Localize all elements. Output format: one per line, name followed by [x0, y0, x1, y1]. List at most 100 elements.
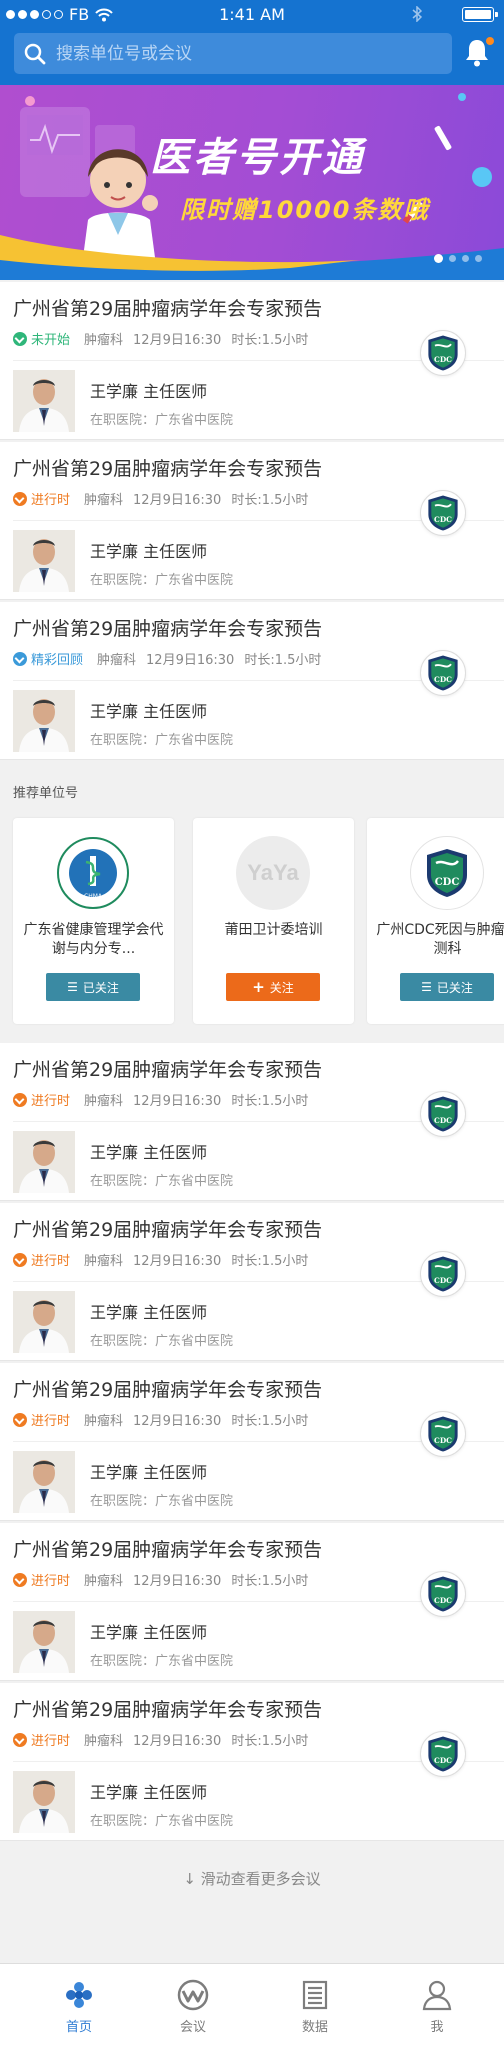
department-label: 肿瘤科 — [84, 1414, 124, 1429]
unit-card-chma[interactable]: CHMA 广东省健康管理学会代谢与内分专... ☰ 已关注 — [13, 818, 174, 1024]
followed-button[interactable]: ☰ 已关注 — [46, 973, 140, 1001]
doctor-avatar — [13, 690, 75, 752]
conference-duration: 时长:1.5小时 — [231, 1414, 309, 1429]
doctor-name: 王学廉 主任医师 — [90, 1783, 208, 1802]
conference-title: 广州省第29届肿瘤病学年会专家预告 — [13, 1539, 323, 1561]
list-icon: ☰ — [67, 980, 78, 994]
logo-text: CDC — [434, 1276, 452, 1285]
cdc-logo[interactable]: CDC — [420, 1251, 466, 1297]
conference-duration: 时长:1.5小时 — [244, 653, 322, 668]
doctor-hospital: 在职医院：广东省中医院 — [90, 1334, 234, 1349]
conference-title: 广州省第29届肿瘤病学年会专家预告 — [13, 1059, 323, 1081]
unit-card-putian[interactable]: YaYa 莆田卫计委培训 + 关注 — [193, 818, 354, 1024]
conference-duration: 时长:1.5小时 — [231, 333, 309, 348]
conference-time: 12月9日16:30 — [133, 493, 222, 508]
doctor-avatar — [13, 1451, 75, 1513]
conference-time: 12月9日16:30 — [146, 653, 235, 668]
live-status-icon — [13, 1252, 27, 1267]
plus-icon: + — [252, 978, 265, 996]
search-icon — [24, 43, 46, 64]
recommended-section: 推荐单位号 CHMA 广东省健康管理学会代谢与内分专... ☰ 已关注 YaYa… — [0, 763, 504, 1041]
upcoming-status-icon — [13, 331, 27, 346]
conference-title: 广州省第29届肿瘤病学年会专家预告 — [13, 298, 323, 320]
load-more-hint[interactable]: ↓ 滑动查看更多会议 — [0, 1843, 504, 1915]
conference-card[interactable]: 广州省第29届肿瘤病学年会专家预告 进行时 肿瘤科 12月9日16:30 时长:1.5小… — [0, 1683, 504, 1841]
doctor-hospital: 在职医院：广东省中医院 — [90, 573, 234, 588]
logo-text: CDC — [434, 355, 452, 364]
unit-logo: CHMA — [56, 836, 130, 910]
doctor-hospital: 在职医院：广东省中医院 — [90, 733, 234, 748]
conference-card[interactable]: 广州省第29届肿瘤病学年会专家预告 进行时 肿瘤科 12月9日16:30 时长:1.5小… — [0, 442, 504, 600]
followed-button[interactable]: ☰ 已关注 — [400, 973, 494, 1001]
conference-duration: 时长:1.5小时 — [231, 1094, 309, 1109]
notification-badge — [486, 37, 494, 45]
doctor-name: 王学廉 主任医师 — [90, 542, 208, 561]
conference-card[interactable]: 广州省第29届肿瘤病学年会专家预告 进行时 肿瘤科 12月9日16:30 时长:1.5小… — [0, 1363, 504, 1521]
conference-card[interactable]: 广州省第29届肿瘤病学年会专家预告 进行时 肿瘤科 12月9日16:30 时长:1.5小… — [0, 1043, 504, 1201]
cdc-logo[interactable]: CDC — [420, 1411, 466, 1457]
cdc-logo[interactable]: CDC — [420, 1571, 466, 1617]
logo-text: CDC — [434, 1436, 452, 1445]
doctor-hospital: 在职医院：广东省中医院 — [90, 1814, 234, 1829]
doctor-hospital: 在职医院：广东省中医院 — [90, 1174, 234, 1189]
conference-meta: 进行时 肿瘤科 12月9日16:30 时长:1.5小时 — [13, 489, 308, 508]
cdc-logo[interactable]: CDC — [420, 1731, 466, 1777]
unit-card-cdc[interactable]: CDC 广州CDC死因与肿瘤监测科 ☰ 已关注 — [367, 818, 504, 1024]
conference-title: 广州省第29届肿瘤病学年会专家预告 — [13, 618, 323, 640]
department-label: 肿瘤科 — [84, 1094, 124, 1109]
conference-card[interactable]: 广州省第29届肿瘤病学年会专家预告 进行时 肿瘤科 12月9日16:30 时长:1.5小… — [0, 1203, 504, 1361]
logo-text: CDC — [434, 675, 452, 684]
status-label: 进行时 — [31, 1734, 71, 1749]
doctor-hospital: 在职医院：广东省中医院 — [90, 413, 234, 428]
unit-name: 广州CDC死因与肿瘤监测科 — [376, 922, 504, 957]
tab-profile[interactable]: 我 — [374, 1964, 500, 2048]
conference-meta: 进行时 肿瘤科 12月9日16:30 时长:1.5小时 — [13, 1090, 308, 1109]
logo-text: CDC — [434, 1116, 452, 1125]
list-icon: ☰ — [421, 980, 432, 994]
status-label: 进行时 — [31, 493, 71, 508]
conference-title: 广州省第29届肿瘤病学年会专家预告 — [13, 458, 323, 480]
cdc-logo[interactable]: CDC — [420, 1091, 466, 1137]
department-label: 肿瘤科 — [84, 1254, 124, 1269]
home-icon — [66, 1982, 92, 2008]
doctor-name: 王学廉 主任医师 — [90, 1623, 208, 1642]
notification-button[interactable] — [464, 37, 494, 70]
status-label: 进行时 — [31, 1414, 71, 1429]
conference-meta: 精彩回顾 肿瘤科 12月9日16:30 时长:1.5小时 — [13, 649, 321, 668]
doctor-avatar — [13, 1291, 75, 1353]
follow-button[interactable]: + 关注 — [226, 973, 320, 1001]
cdc-logo[interactable]: CDC — [420, 490, 466, 536]
conference-card[interactable]: 广州省第29届肿瘤病学年会专家预告 精彩回顾 肿瘤科 12月9日16:30 时长:1.5… — [0, 602, 504, 760]
profile-icon — [422, 1980, 452, 2011]
tab-data[interactable]: 数据 — [252, 1964, 378, 2048]
tab-label: 我 — [430, 2020, 444, 2035]
conference-card[interactable]: 广州省第29届肿瘤病学年会专家预告 未开始 肿瘤科 12月9日16:30 时长:1.5小… — [0, 282, 504, 440]
doctor-name: 王学廉 主任医师 — [90, 702, 208, 721]
conference-time: 12月9日16:30 — [133, 333, 222, 348]
status-label: 进行时 — [31, 1094, 71, 1109]
doctor-hospital: 在职医院：广东省中医院 — [90, 1654, 234, 1669]
cdc-logo[interactable]: CDC — [420, 650, 466, 696]
status-label: 未开始 — [31, 333, 71, 348]
promo-banner[interactable]: 医者号开通 限时赠10000条数哦 — [0, 85, 504, 280]
tab-meeting[interactable]: 会议 — [130, 1964, 256, 2048]
search-bar[interactable] — [14, 33, 452, 74]
banner-subtitle: 限时赠10000条数哦 — [180, 196, 430, 224]
unit-name: 莆田卫计委培训 — [224, 922, 323, 938]
conference-duration: 时长:1.5小时 — [231, 1734, 309, 1749]
conference-time: 12月9日16:30 — [133, 1254, 222, 1269]
unit-name: 广东省健康管理学会代谢与内分专... — [23, 922, 164, 957]
doctor-avatar — [13, 370, 75, 432]
conference-meta: 进行时 肿瘤科 12月9日16:30 时长:1.5小时 — [13, 1570, 308, 1589]
status-label: 精彩回顾 — [31, 653, 84, 668]
department-label: 肿瘤科 — [84, 493, 124, 508]
conference-card[interactable]: 广州省第29届肿瘤病学年会专家预告 进行时 肿瘤科 12月9日16:30 时长:1.5小… — [0, 1523, 504, 1681]
recommended-title: 推荐单位号 — [13, 786, 79, 801]
search-input[interactable] — [56, 43, 416, 64]
cdc-logo[interactable]: CDC — [420, 330, 466, 376]
doctor-name: 王学廉 主任医师 — [90, 1143, 208, 1162]
banner-pager — [434, 254, 482, 263]
tab-home[interactable]: 首页 — [16, 1964, 142, 2048]
doctor-name: 王学廉 主任医师 — [90, 1303, 208, 1322]
conference-title: 广州省第29届肿瘤病学年会专家预告 — [13, 1379, 323, 1401]
